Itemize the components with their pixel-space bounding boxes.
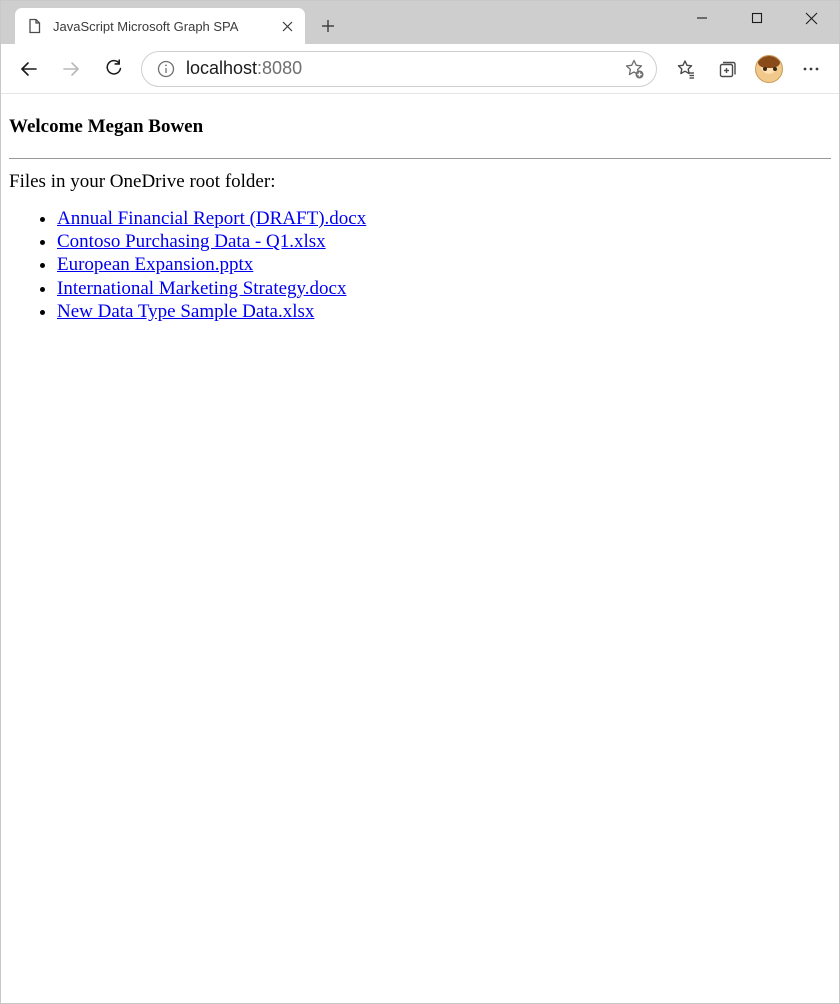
address-bar[interactable]: localhost:8080 xyxy=(141,51,657,87)
new-tab-button[interactable] xyxy=(313,11,343,41)
refresh-button[interactable] xyxy=(93,49,133,89)
add-favorite-icon[interactable] xyxy=(620,55,648,83)
url-host: localhost xyxy=(186,58,257,79)
page-icon xyxy=(27,18,43,34)
file-list: Annual Financial Report (DRAFT).docx Con… xyxy=(9,207,831,323)
welcome-heading: Welcome Megan Bowen xyxy=(9,116,831,138)
url-text: localhost:8080 xyxy=(186,58,610,79)
favorites-button[interactable] xyxy=(665,49,705,89)
minimize-button[interactable] xyxy=(674,1,729,35)
list-item: Annual Financial Report (DRAFT).docx xyxy=(57,207,831,230)
file-link[interactable]: New Data Type Sample Data.xlsx xyxy=(57,301,314,322)
profile-button[interactable] xyxy=(749,49,789,89)
divider xyxy=(9,158,831,159)
site-info-icon[interactable] xyxy=(156,59,176,79)
tab-strip: JavaScript Microsoft Graph SPA xyxy=(1,1,343,44)
url-rest: :8080 xyxy=(257,58,302,79)
list-item: European Expansion.pptx xyxy=(57,253,831,276)
file-link[interactable]: Annual Financial Report (DRAFT).docx xyxy=(57,208,366,229)
forward-button[interactable] xyxy=(51,49,91,89)
file-link[interactable]: International Marketing Strategy.docx xyxy=(57,278,346,299)
list-item: Contoso Purchasing Data - Q1.xlsx xyxy=(57,230,831,253)
collections-button[interactable] xyxy=(707,49,747,89)
tab-title: JavaScript Microsoft Graph SPA xyxy=(53,19,269,34)
settings-menu-button[interactable] xyxy=(791,49,831,89)
browser-tab[interactable]: JavaScript Microsoft Graph SPA xyxy=(15,8,305,44)
close-tab-icon[interactable] xyxy=(279,18,295,34)
list-item: International Marketing Strategy.docx xyxy=(57,277,831,300)
close-window-button[interactable] xyxy=(784,1,839,35)
window-controls xyxy=(674,1,839,35)
maximize-button[interactable] xyxy=(729,1,784,35)
avatar-icon xyxy=(755,55,783,83)
list-item: New Data Type Sample Data.xlsx xyxy=(57,300,831,323)
browser-toolbar: localhost:8080 xyxy=(1,44,839,94)
file-link[interactable]: Contoso Purchasing Data - Q1.xlsx xyxy=(57,231,326,252)
page-content: Welcome Megan Bowen Files in your OneDri… xyxy=(1,94,839,1003)
back-button[interactable] xyxy=(9,49,49,89)
browser-titlebar: JavaScript Microsoft Graph SPA xyxy=(1,1,839,44)
files-intro: Files in your OneDrive root folder: xyxy=(9,171,831,193)
file-link[interactable]: European Expansion.pptx xyxy=(57,254,253,275)
